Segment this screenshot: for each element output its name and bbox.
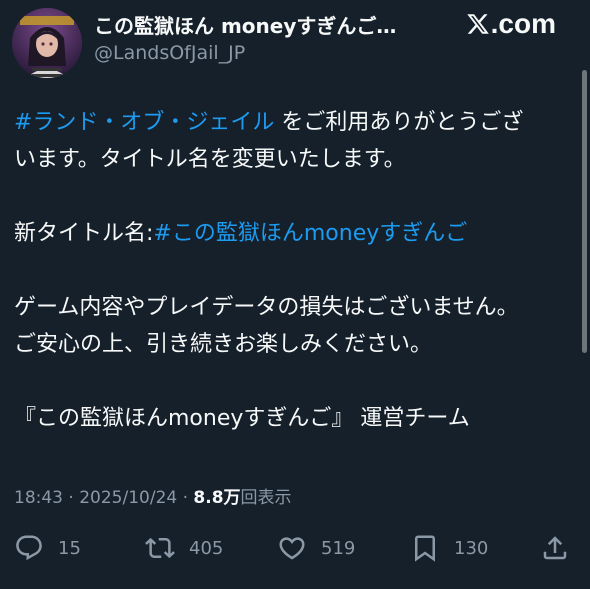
tweet-metadata: 18:43 · 2025/10/24 · 8.8万回表示	[14, 483, 292, 508]
tweet-line: います。タイトル名を変更いたします。	[14, 147, 406, 172]
avatar[interactable]	[12, 8, 82, 78]
avatar-image	[12, 8, 82, 78]
retweet-count: 405	[189, 537, 224, 559]
hashtag-link[interactable]: #この監獄ほんmoneyすぎんご	[153, 221, 467, 246]
x-logo-icon	[466, 14, 489, 34]
x-brand-logo: .com	[466, 6, 556, 42]
bookmark-button[interactable]: 130	[410, 530, 488, 566]
retweet-button[interactable]: 405	[145, 530, 223, 566]
user-handle[interactable]: @LandsOfJail_JP	[94, 42, 245, 64]
tweet-line: ご安心の上、引き続きお楽しみください。	[14, 332, 433, 357]
brand-domain-text: .com	[490, 8, 556, 39]
reply-count: 15	[58, 537, 81, 559]
heart-icon	[279, 537, 305, 560]
views-label: 回表示	[240, 488, 292, 508]
reply-button[interactable]: 15	[14, 530, 81, 566]
views-count: 8.8万	[193, 488, 241, 508]
tweet-line: #ランド・オブ・ジェイル をご利用ありがとうござ	[14, 104, 578, 141]
action-bar: 15 405 519 130	[0, 530, 590, 566]
bookmark-icon	[415, 535, 435, 562]
reply-icon	[16, 535, 42, 561]
hashtag-link[interactable]: #ランド・オブ・ジェイル	[14, 110, 274, 135]
tweet-date[interactable]: 2025/10/24	[79, 488, 177, 508]
scrollbar[interactable]	[582, 70, 587, 353]
tweet-time[interactable]: 18:43	[14, 488, 63, 508]
tweet-text: #ランド・オブ・ジェイル をご利用ありがとうござ います。タイトル名を変更いたし…	[14, 104, 578, 437]
tweet-line: ゲーム内容やプレイデータの損失はございません。	[14, 295, 519, 320]
share-button[interactable]	[540, 530, 570, 566]
retweet-icon	[145, 537, 175, 559]
tweet-line: 新タイトル名:#この監獄ほんmoneyすぎんご	[14, 215, 578, 252]
meta-separator: ·	[182, 488, 194, 508]
like-button[interactable]: 519	[277, 530, 355, 566]
bookmark-count: 130	[454, 537, 489, 559]
tweet-text-segment: 新タイトル名:	[14, 221, 154, 246]
tweet-text-segment: をご利用ありがとうござ	[274, 110, 524, 135]
display-name[interactable]: この監獄ほん moneyすぎんご…	[94, 10, 396, 39]
tweet-line: 『この監獄ほんmoneyすぎんご』 運営チーム	[14, 406, 470, 431]
meta-separator: ·	[68, 488, 80, 508]
share-icon	[543, 536, 567, 560]
like-count: 519	[321, 537, 356, 559]
